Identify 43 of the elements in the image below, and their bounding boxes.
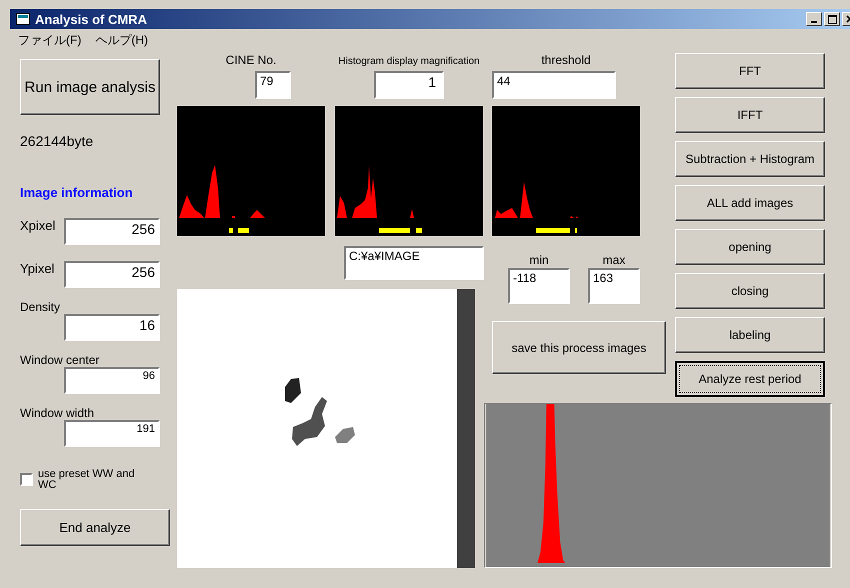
field-label: threshold — [541, 53, 591, 67]
run-analysis-button[interactable]: Run image analysis — [20, 59, 160, 115]
field-label: CINE No. — [226, 53, 276, 67]
action-button[interactable]: closing — [675, 273, 825, 309]
action-button[interactable]: ALL add images — [675, 185, 825, 221]
action-button[interactable]: Subtraction + Histogram — [675, 141, 825, 177]
end-analyze-button[interactable]: End analyze — [20, 509, 170, 546]
input-field[interactable]: 79 — [255, 71, 291, 99]
field-label: Xpixel — [20, 218, 56, 233]
input-field[interactable]: 191 — [64, 420, 160, 447]
field-label: max — [602, 253, 626, 267]
save-images-button[interactable]: save this process images — [492, 321, 666, 374]
input-field[interactable]: 1 — [374, 71, 444, 99]
menu-item[interactable]: ヘルプ(H) — [95, 32, 148, 49]
field-label: Ypixel — [20, 261, 54, 276]
input-field[interactable]: 163 — [588, 268, 640, 304]
field-label: min — [529, 253, 549, 267]
field-label: Window width — [20, 406, 94, 420]
action-button[interactable]: FFT — [675, 53, 825, 89]
path-field[interactable]: C:¥a¥IMAGE — [344, 246, 484, 280]
file-size: 262144byte — [20, 133, 94, 149]
field-label: Density — [20, 300, 60, 314]
input-field[interactable]: 16 — [64, 314, 160, 341]
input-field[interactable]: 256 — [64, 261, 160, 288]
minimize-button[interactable] — [806, 12, 822, 26]
maximize-button[interactable] — [824, 12, 840, 26]
checkbox[interactable] — [20, 473, 33, 486]
input-field[interactable]: -118 — [508, 268, 570, 304]
window-title: Analysis of CMRA — [35, 12, 147, 26]
action-button[interactable]: labeling — [675, 317, 825, 353]
input-field[interactable]: 44 — [492, 71, 616, 99]
input-field[interactable]: 256 — [64, 218, 160, 245]
section-heading: Image information — [20, 185, 133, 200]
action-button[interactable]: Analyze rest period — [675, 361, 825, 397]
action-button[interactable]: opening — [675, 229, 825, 265]
field-label: Window center — [20, 353, 100, 367]
checkbox-label: use preset WW and WC — [38, 469, 136, 491]
action-button[interactable]: IFFT — [675, 97, 825, 133]
menu-item[interactable]: ファイル(F) — [18, 32, 82, 49]
field-label: Histogram display magnification — [338, 56, 480, 67]
input-field[interactable]: 96 — [64, 367, 160, 394]
maximize-icon — [828, 14, 836, 24]
window-icon — [16, 13, 30, 25]
